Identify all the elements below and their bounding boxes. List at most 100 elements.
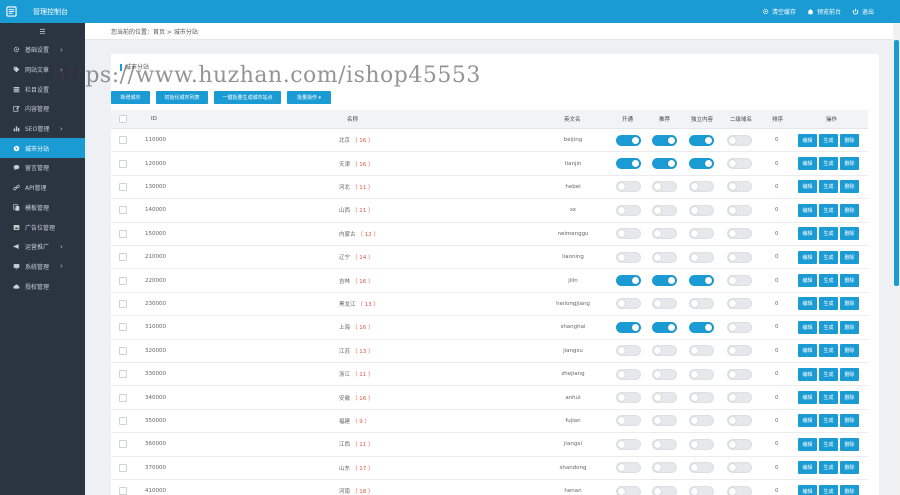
menu-icon[interactable]: ☰ bbox=[0, 23, 85, 40]
recommended-toggle[interactable] bbox=[652, 462, 677, 474]
row-checkbox[interactable] bbox=[119, 463, 127, 472]
enabled-toggle[interactable] bbox=[616, 415, 641, 427]
independent-content-toggle[interactable] bbox=[689, 134, 714, 146]
edit-button[interactable]: 编辑 bbox=[798, 133, 817, 147]
delete-button[interactable]: 删除 bbox=[840, 391, 859, 405]
independent-content-toggle[interactable] bbox=[689, 368, 714, 380]
generate-button[interactable]: 生成 bbox=[819, 203, 838, 217]
batch-actions-dropdown[interactable]: 批量操作 ▾ bbox=[287, 91, 331, 104]
edit-button[interactable]: 编辑 bbox=[798, 344, 817, 358]
enabled-toggle[interactable] bbox=[616, 298, 641, 310]
sidebar-item-10[interactable]: 运营推广 › bbox=[0, 237, 85, 257]
recommended-toggle[interactable] bbox=[652, 158, 677, 170]
independent-content-toggle[interactable] bbox=[689, 345, 714, 357]
subdomain-toggle[interactable] bbox=[727, 134, 752, 146]
row-checkbox[interactable] bbox=[119, 276, 127, 285]
subdomain-toggle[interactable] bbox=[727, 345, 752, 357]
recommended-toggle[interactable] bbox=[652, 228, 677, 240]
edit-button[interactable]: 编辑 bbox=[798, 461, 817, 475]
enabled-toggle[interactable] bbox=[616, 392, 641, 404]
generate-button[interactable]: 生成 bbox=[819, 157, 838, 171]
edit-button[interactable]: 编辑 bbox=[798, 203, 817, 217]
independent-content-toggle[interactable] bbox=[689, 321, 714, 333]
delete-button[interactable]: 删除 bbox=[840, 274, 859, 288]
sidebar-item-0[interactable]: 基础设置 › bbox=[0, 40, 85, 60]
edit-button[interactable]: 编辑 bbox=[798, 320, 817, 334]
edit-button[interactable]: 编辑 bbox=[798, 367, 817, 381]
edit-button[interactable]: 编辑 bbox=[798, 297, 817, 311]
independent-content-toggle[interactable] bbox=[689, 181, 714, 193]
enabled-toggle[interactable] bbox=[616, 228, 641, 240]
generate-button[interactable]: 生成 bbox=[819, 250, 838, 264]
generate-button[interactable]: 生成 bbox=[819, 274, 838, 288]
batch-generate-button[interactable]: 一键批量生成城市站点 bbox=[214, 91, 281, 104]
row-checkbox[interactable] bbox=[119, 253, 127, 262]
edit-button[interactable]: 编辑 bbox=[798, 157, 817, 171]
sidebar-item-5[interactable]: 城市分站 bbox=[0, 138, 85, 159]
row-checkbox[interactable] bbox=[119, 182, 127, 191]
row-checkbox[interactable] bbox=[119, 206, 127, 215]
generate-button[interactable]: 生成 bbox=[819, 484, 838, 495]
recommended-toggle[interactable] bbox=[652, 134, 677, 146]
delete-button[interactable]: 删除 bbox=[840, 484, 859, 495]
enabled-toggle[interactable] bbox=[616, 462, 641, 474]
enabled-toggle[interactable] bbox=[616, 438, 641, 450]
row-checkbox[interactable] bbox=[119, 323, 127, 332]
edit-button[interactable]: 编辑 bbox=[798, 274, 817, 288]
logout-link[interactable]: 退出 bbox=[852, 7, 874, 16]
delete-button[interactable]: 删除 bbox=[840, 414, 859, 428]
row-checkbox[interactable] bbox=[119, 393, 127, 402]
generate-button[interactable]: 生成 bbox=[819, 461, 838, 475]
edit-button[interactable]: 编辑 bbox=[798, 437, 817, 451]
subdomain-toggle[interactable] bbox=[727, 462, 752, 474]
row-checkbox[interactable] bbox=[119, 370, 127, 379]
delete-button[interactable]: 删除 bbox=[840, 180, 859, 194]
recommended-toggle[interactable] bbox=[652, 368, 677, 380]
sidebar-item-7[interactable]: API管理 bbox=[0, 178, 85, 198]
delete-button[interactable]: 删除 bbox=[840, 437, 859, 451]
recommended-toggle[interactable] bbox=[652, 181, 677, 193]
subdomain-toggle[interactable] bbox=[727, 181, 752, 193]
recommended-toggle[interactable] bbox=[652, 298, 677, 310]
init-city-list-button[interactable]: 初始化城市列表 bbox=[156, 91, 208, 104]
generate-button[interactable]: 生成 bbox=[819, 297, 838, 311]
recommended-toggle[interactable] bbox=[652, 204, 677, 216]
recommended-toggle[interactable] bbox=[652, 275, 677, 287]
independent-content-toggle[interactable] bbox=[689, 298, 714, 310]
row-checkbox[interactable] bbox=[119, 487, 127, 495]
independent-content-toggle[interactable] bbox=[689, 415, 714, 427]
enabled-toggle[interactable] bbox=[616, 158, 641, 170]
subdomain-toggle[interactable] bbox=[727, 368, 752, 380]
sidebar-item-9[interactable]: 广告位管理 bbox=[0, 217, 85, 237]
edit-button[interactable]: 编辑 bbox=[798, 227, 817, 241]
subdomain-toggle[interactable] bbox=[727, 275, 752, 287]
row-checkbox[interactable] bbox=[119, 136, 127, 145]
row-checkbox[interactable] bbox=[119, 159, 127, 168]
delete-button[interactable]: 删除 bbox=[840, 250, 859, 264]
enabled-toggle[interactable] bbox=[616, 485, 641, 495]
independent-content-toggle[interactable] bbox=[689, 251, 714, 263]
independent-content-toggle[interactable] bbox=[689, 485, 714, 495]
subdomain-toggle[interactable] bbox=[727, 438, 752, 450]
subdomain-toggle[interactable] bbox=[727, 251, 752, 263]
enabled-toggle[interactable] bbox=[616, 134, 641, 146]
clear-cache-link[interactable]: 清空缓存 bbox=[762, 7, 796, 16]
delete-button[interactable]: 删除 bbox=[840, 320, 859, 334]
subdomain-toggle[interactable] bbox=[727, 204, 752, 216]
edit-button[interactable]: 编辑 bbox=[798, 250, 817, 264]
sidebar-item-4[interactable]: SEO管理 › bbox=[0, 119, 85, 139]
enabled-toggle[interactable] bbox=[616, 181, 641, 193]
generate-button[interactable]: 生成 bbox=[819, 414, 838, 428]
enabled-toggle[interactable] bbox=[616, 321, 641, 333]
subdomain-toggle[interactable] bbox=[727, 228, 752, 240]
independent-content-toggle[interactable] bbox=[689, 275, 714, 287]
generate-button[interactable]: 生成 bbox=[819, 367, 838, 381]
delete-button[interactable]: 删除 bbox=[840, 227, 859, 241]
enabled-toggle[interactable] bbox=[616, 275, 641, 287]
row-checkbox[interactable] bbox=[119, 346, 127, 355]
row-checkbox[interactable] bbox=[119, 416, 127, 425]
recommended-toggle[interactable] bbox=[652, 438, 677, 450]
add-city-button[interactable]: 新增城市 bbox=[111, 91, 150, 104]
sidebar-item-11[interactable]: 系统管理 › bbox=[0, 257, 85, 277]
edit-button[interactable]: 编辑 bbox=[798, 484, 817, 495]
